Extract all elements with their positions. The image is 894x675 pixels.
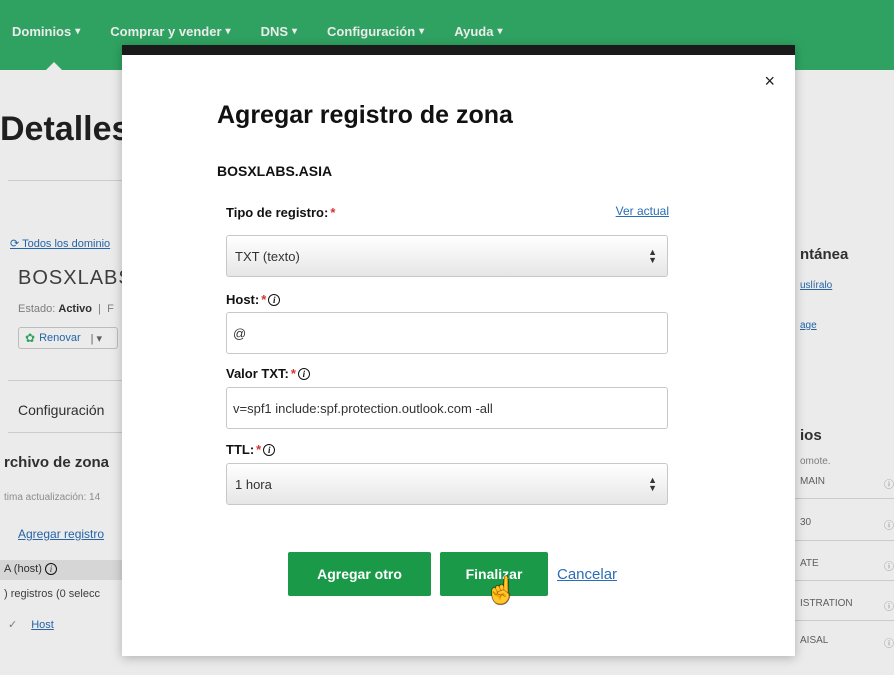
- record-type-label-text: Tipo de registro:: [226, 205, 329, 220]
- record-type-value: TXT (texto): [235, 248, 300, 264]
- dialog-title: Agregar registro de zona: [217, 101, 513, 129]
- ttl-label-text: TTL:: [226, 442, 255, 457]
- add-zone-record-dialog: × Agregar registro de zona BOSXLABS.ASIA…: [122, 45, 795, 656]
- info-icon[interactable]: i: [268, 293, 281, 306]
- required-mark: *: [290, 366, 296, 381]
- view-current-link[interactable]: Ver actual: [616, 204, 669, 218]
- ttl-value: 1 hora: [235, 476, 272, 492]
- required-mark: *: [261, 292, 267, 307]
- txt-value-label-text: Valor TXT:: [226, 366, 289, 381]
- txt-value-input[interactable]: v=spf1 include:spf.protection.outlook.co…: [226, 387, 668, 429]
- hand-pointer-cursor-icon: ☝: [485, 575, 518, 605]
- required-mark: *: [330, 205, 336, 220]
- ttl-select[interactable]: 1 hora ▲ ▼: [226, 463, 668, 505]
- record-type-label: Tipo de registro: *: [226, 205, 335, 220]
- host-input[interactable]: @: [226, 312, 668, 354]
- dialog-domain: BOSXLABS.ASIA: [217, 163, 333, 179]
- host-label-text: Host:: [226, 292, 260, 307]
- info-icon[interactable]: i: [263, 443, 276, 456]
- info-icon[interactable]: i: [297, 367, 310, 380]
- close-icon[interactable]: ×: [764, 71, 775, 92]
- record-type-select[interactable]: TXT (texto) ▲ ▼: [226, 235, 668, 277]
- required-mark: *: [256, 442, 262, 457]
- add-another-button[interactable]: Agregar otro: [288, 552, 431, 596]
- cancel-link[interactable]: Cancelar: [557, 566, 617, 583]
- ttl-label: TTL: * i: [226, 442, 276, 457]
- txt-value-label: Valor TXT: * i: [226, 366, 310, 381]
- select-arrows-icon: ▲ ▼: [648, 247, 657, 265]
- host-label: Host: * i: [226, 292, 281, 307]
- select-arrows-icon: ▲ ▼: [648, 475, 657, 493]
